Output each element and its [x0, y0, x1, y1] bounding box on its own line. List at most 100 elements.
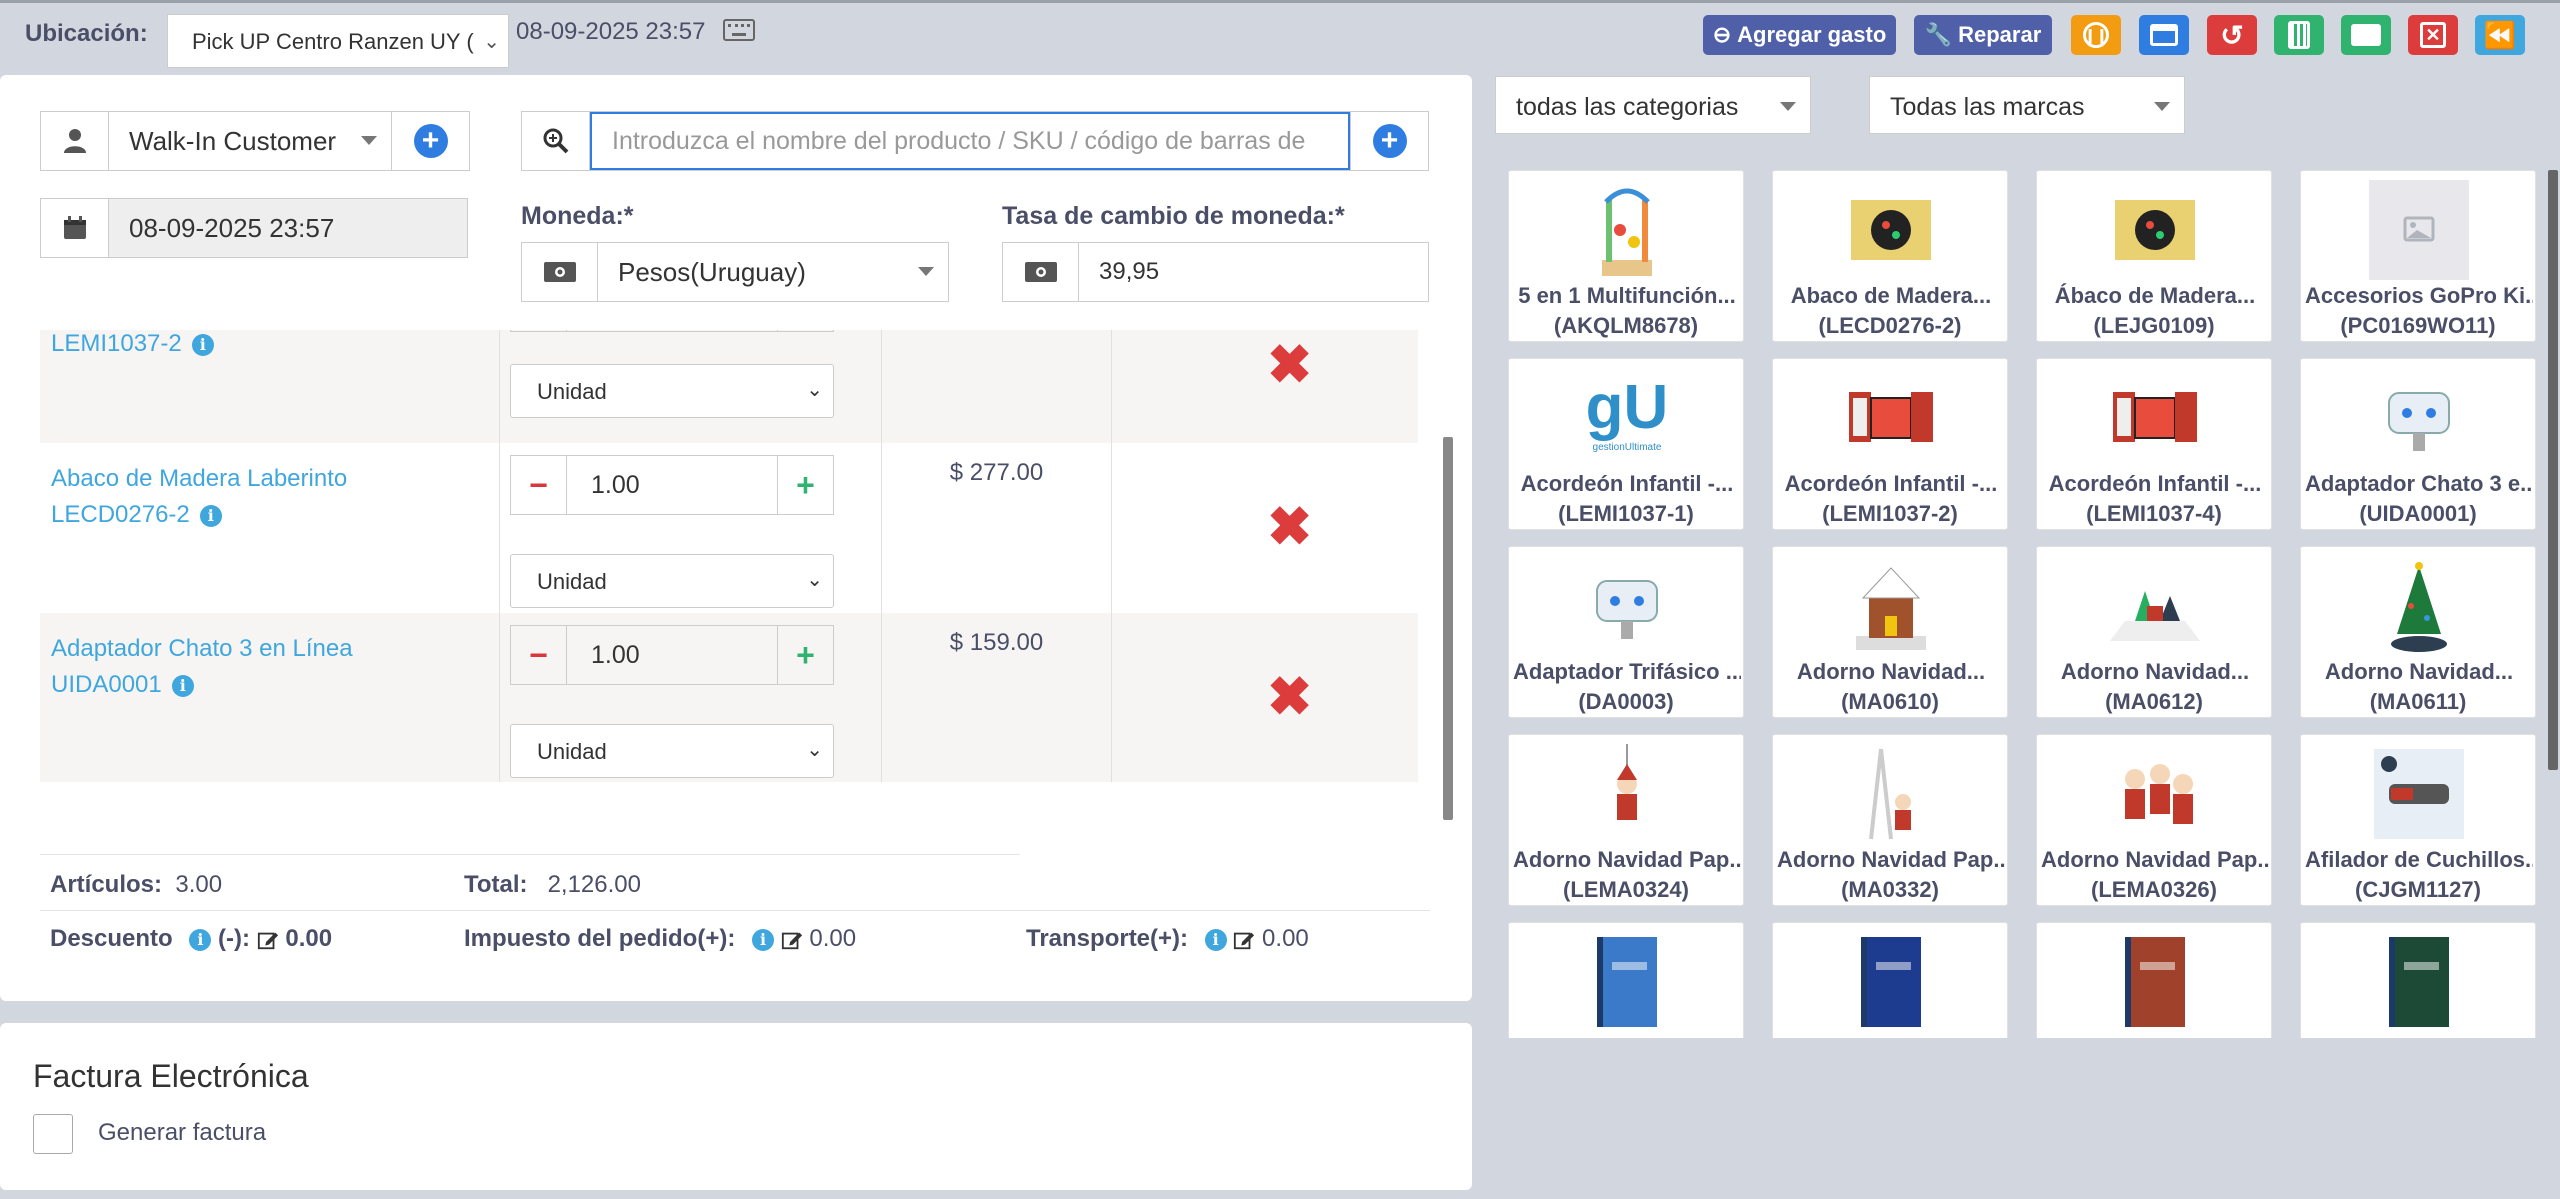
generate-invoice-label[interactable]: Generar factura: [98, 1119, 266, 1147]
product-card[interactable]: Adorno Navidad Pap... (LEMA0324): [1508, 734, 1744, 906]
notebook-icon: [1567, 931, 1687, 1033]
exchange-rate-group: 39,95: [1002, 242, 1429, 302]
customer-select-value: Walk-In Customer: [129, 125, 337, 156]
unit-select[interactable]: Unidad ⌄: [510, 364, 834, 418]
product-link[interactable]: Abaco de Madera Laberinto LECD0276-2 i: [51, 461, 347, 533]
decrease-qty-button[interactable]: −: [511, 456, 567, 514]
decrease-qty-button[interactable]: −: [511, 626, 567, 684]
discount-summary: Descuento i (-): 0.00: [50, 925, 332, 953]
product-card-sku: (UIDA0001): [2359, 501, 2477, 526]
quantity-stepper[interactable]: − 1.00 +: [510, 625, 834, 685]
info-icon[interactable]: i: [199, 504, 222, 527]
product-card-name: Afilador de Cuchillos...: [2305, 847, 2533, 872]
edit-icon[interactable]: [257, 929, 279, 951]
scrollbar-thumb[interactable]: [2548, 170, 2558, 770]
product-card[interactable]: Ábaco de Madera... (LEJG0109): [2036, 170, 2272, 342]
product-card-name: Adaptador Trifásico ...: [1513, 659, 1741, 684]
product-card[interactable]: Adorno Navidad Pap... (LEMA0326): [2036, 734, 2272, 906]
product-card[interactable]: Accesorios GoPro Ki... (PC0169WO11): [2300, 170, 2536, 342]
date-input-group: 08-09-2025 23:57: [40, 198, 468, 258]
remove-row-icon[interactable]: ✖: [1267, 500, 1312, 554]
increase-qty-button[interactable]: +: [777, 626, 833, 684]
product-card[interactable]: Adorno Navidad... (MA0611): [2300, 546, 2536, 718]
product-name: Adaptador Chato 3 en Línea: [51, 635, 353, 662]
add-expense-button[interactable]: ⊖ Agregar gasto: [1703, 15, 1896, 55]
product-link[interactable]: LEMI1037-2 i: [51, 330, 214, 362]
location-select-value: Pick UP Centro Ranzen UY (: [192, 29, 474, 54]
currency-select[interactable]: Pesos(Uruguay): [598, 243, 948, 301]
electronic-invoice-panel: Factura Electrónica Generar factura: [0, 1023, 1472, 1190]
customer-select[interactable]: Walk-In Customer: [109, 112, 391, 170]
unit-select-value: Unidad: [537, 569, 607, 594]
register-button[interactable]: [2341, 15, 2391, 55]
repair-button[interactable]: 🔧 Reparar: [1914, 15, 2052, 55]
info-icon[interactable]: i: [171, 674, 194, 697]
remove-row-icon[interactable]: ✖: [1267, 338, 1312, 392]
product-card[interactable]: Adaptador Chato 3 e... (UIDA0001): [2300, 358, 2536, 530]
location-select[interactable]: Pick UP Centro Ranzen UY ( ⌄: [167, 14, 509, 68]
product-card[interactable]: [2300, 922, 2536, 1038]
quantity-stepper[interactable]: [510, 330, 834, 332]
qty-input[interactable]: 1.00: [567, 626, 777, 684]
product-card[interactable]: Acordeón Infantil -... (LEMI1037-2): [1772, 358, 2008, 530]
back-button[interactable]: ⏪: [2475, 15, 2525, 55]
sale-date-field[interactable]: 08-09-2025 23:57: [109, 199, 467, 257]
product-card-sku: (LEMI1037-1): [1558, 501, 1694, 526]
product-card[interactable]: Adorno Navidad Pap... (MA0332): [1772, 734, 2008, 906]
product-card[interactable]: [1508, 922, 1744, 1038]
add-customer-button[interactable]: +: [391, 112, 469, 170]
info-icon[interactable]: i: [752, 928, 775, 951]
product-search-placeholder: Introduzca el nombre del producto / SKU …: [612, 126, 1306, 155]
undo-button[interactable]: ↺: [2207, 15, 2257, 55]
info-icon[interactable]: i: [189, 928, 212, 951]
product-grid-scrollbar[interactable]: [2548, 170, 2558, 770]
close-register-button[interactable]: ✕: [2408, 15, 2458, 55]
search-plus-icon: [522, 112, 590, 170]
info-icon[interactable]: i: [1204, 928, 1227, 951]
product-card-name: Ábaco de Madera...: [2054, 283, 2256, 308]
generate-invoice-checkbox[interactable]: [33, 1114, 73, 1154]
chevron-down-icon: ⌄: [483, 31, 500, 53]
accordion-icon: [1831, 367, 1951, 469]
qty-input[interactable]: 1.00: [567, 456, 777, 514]
product-card[interactable]: Afilador de Cuchillos... (CJGM1127): [2300, 734, 2536, 906]
unit-select[interactable]: Unidad ⌄: [510, 724, 834, 778]
brand-filter-select[interactable]: Todas las marcas: [1869, 76, 2185, 134]
card-payment-button[interactable]: [2139, 15, 2189, 55]
increase-qty-button[interactable]: +: [777, 456, 833, 514]
unit-select[interactable]: Unidad ⌄: [510, 554, 834, 608]
money-icon: [522, 243, 598, 301]
product-card[interactable]: Adorno Navidad... (MA0610): [1772, 546, 2008, 718]
product-card[interactable]: [1772, 922, 2008, 1038]
increase-qty-button[interactable]: [777, 330, 833, 331]
calculator-button[interactable]: [2274, 15, 2324, 55]
scrollbar-thumb[interactable]: [1443, 437, 1453, 820]
exchange-rate-input[interactable]: 39,95: [1079, 243, 1428, 301]
product-card[interactable]: Adaptador Trifásico ... (DA0003): [1508, 546, 1744, 718]
edit-icon[interactable]: [1233, 929, 1255, 951]
total-value: 2,126.00: [547, 871, 641, 898]
remove-row-icon[interactable]: ✖: [1267, 670, 1312, 724]
product-card[interactable]: Adorno Navidad... (MA0612): [2036, 546, 2272, 718]
product-card[interactable]: Acordeón Infantil -... (LEMI1037-4): [2036, 358, 2272, 530]
product-card-name: Adorno Navidad...: [2060, 659, 2250, 684]
qty-input[interactable]: [567, 330, 777, 331]
product-card[interactable]: Abaco de Madera... (LECD0276-2): [1772, 170, 2008, 342]
edit-icon[interactable]: [781, 929, 803, 951]
category-filter-select[interactable]: todas las categorias: [1495, 76, 1811, 134]
suspend-button[interactable]: ❙❙: [2071, 15, 2121, 55]
decrease-qty-button[interactable]: [511, 330, 567, 331]
quantity-stepper[interactable]: − 1.00 +: [510, 455, 834, 515]
product-card-sku: (MA0611): [2369, 689, 2467, 714]
product-card[interactable]: [2036, 922, 2272, 1038]
add-product-button[interactable]: +: [1350, 112, 1428, 170]
product-card-name: Abaco de Madera...: [1790, 283, 1992, 308]
info-icon[interactable]: i: [191, 333, 214, 356]
keyboard-icon[interactable]: [723, 19, 755, 41]
product-card[interactable]: gU gestionUltimate Acordeón Infantil -...(…: [1508, 358, 1744, 530]
invoice-title: Factura Electrónica: [33, 1058, 309, 1094]
product-card[interactable]: 5 en 1 Multifunción... (AKQLM8678): [1508, 170, 1744, 342]
product-link[interactable]: Adaptador Chato 3 en Línea UIDA0001 i: [51, 631, 353, 703]
product-search-input[interactable]: Introduzca el nombre del producto / SKU …: [590, 112, 1350, 170]
cart-scrollbar[interactable]: [1443, 330, 1453, 820]
